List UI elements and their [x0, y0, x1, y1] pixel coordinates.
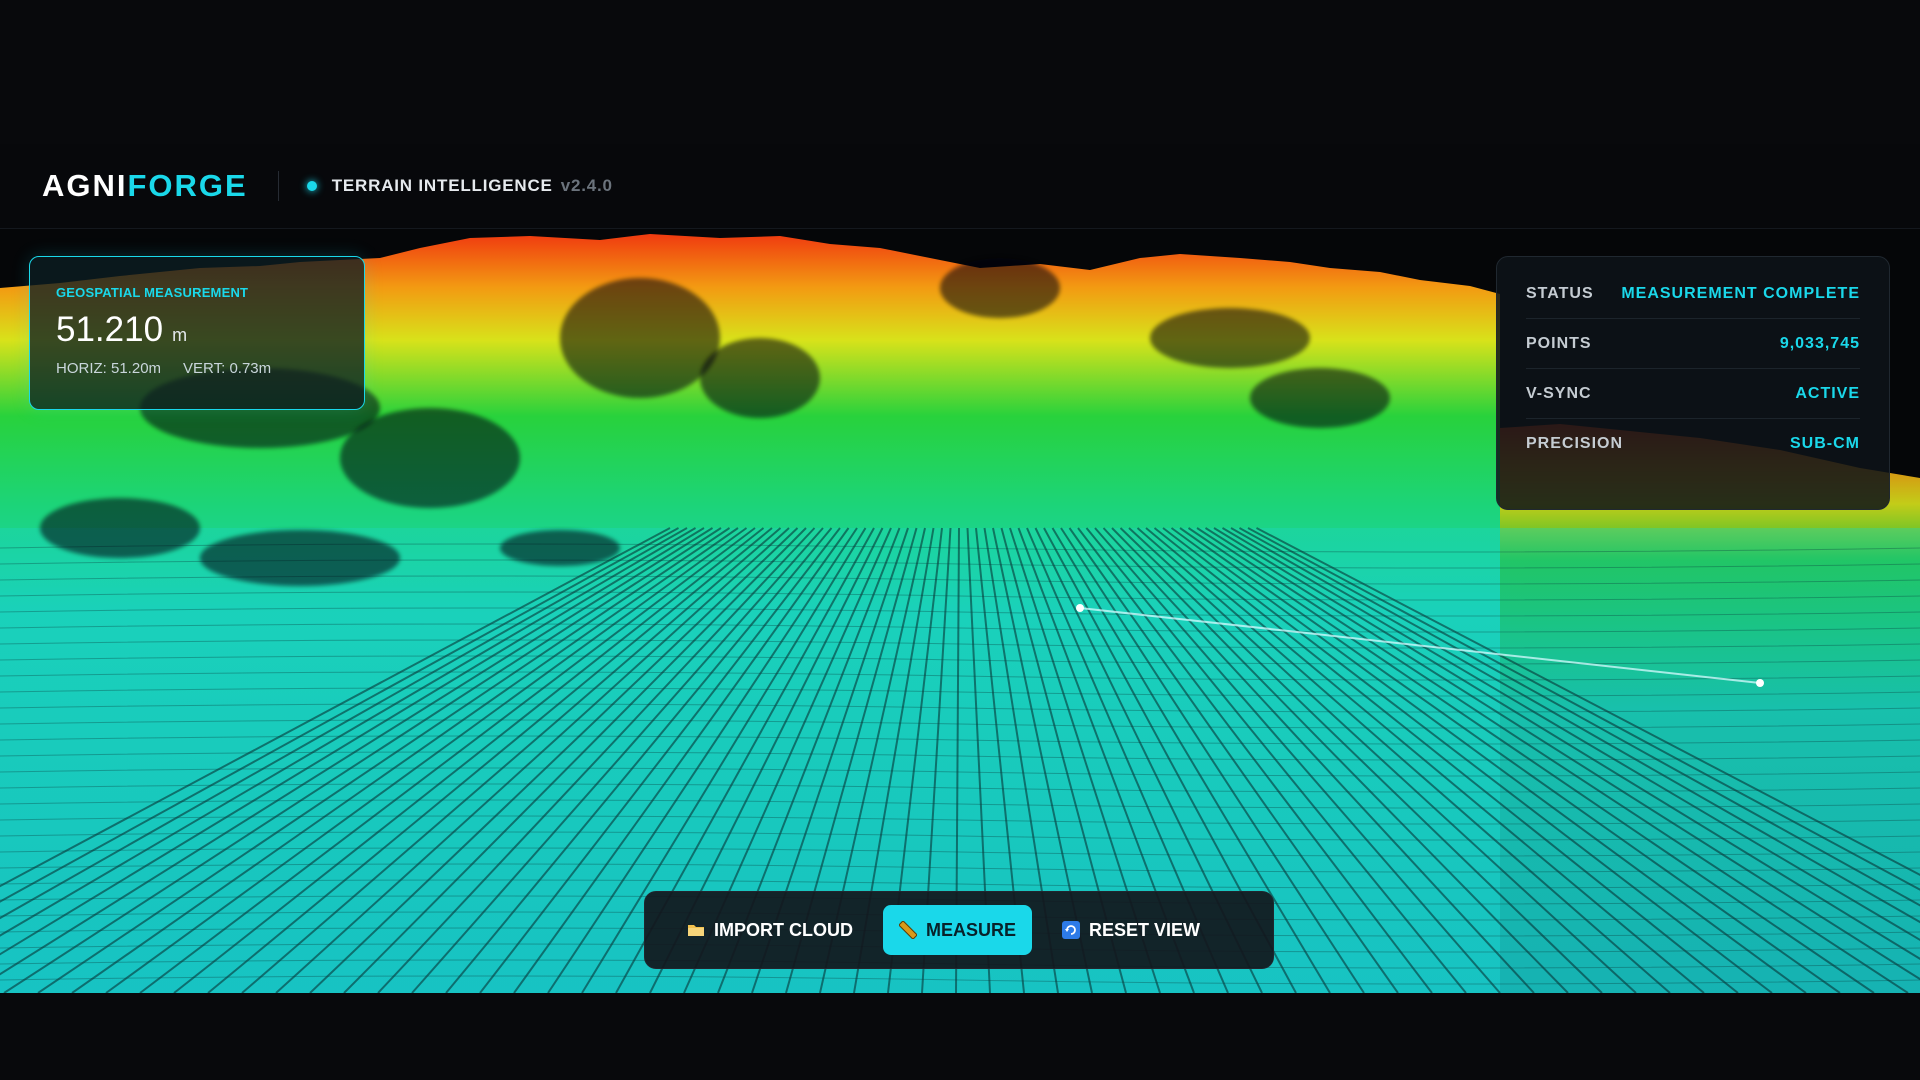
- status-row: V-SYNC ACTIVE: [1526, 369, 1860, 419]
- status-row: PRECISION SUB-CM: [1526, 419, 1860, 468]
- measurement-card: GEOSPATIAL MEASUREMENT 51.210 m HORIZ: 5…: [29, 256, 365, 410]
- status-key: POINTS: [1526, 334, 1592, 352]
- status-row: POINTS 9,033,745: [1526, 319, 1860, 369]
- brand-logo: AGNIFORGE: [42, 168, 248, 204]
- reset-view-label: RESET VIEW: [1089, 919, 1201, 940]
- ruler-icon: [899, 921, 917, 939]
- status-value: MEASUREMENT COMPLETE: [1621, 284, 1860, 302]
- measure-button[interactable]: MEASURE: [883, 905, 1033, 955]
- vertical-distance: VERT: 0.73m: [183, 360, 272, 377]
- brand-name-primary: AGNI: [42, 168, 128, 203]
- app-window: AGNIFORGE TERRAIN INTELLIGENCE v2.4.0 GE…: [0, 144, 1920, 993]
- status-key: STATUS: [1526, 284, 1594, 302]
- app-header: AGNIFORGE TERRAIN INTELLIGENCE v2.4.0: [0, 144, 1920, 229]
- status-value: ACTIVE: [1795, 384, 1860, 402]
- live-status-dot-icon: [306, 181, 317, 191]
- app-version: v2.4.0: [560, 176, 613, 195]
- status-value: SUB-CM: [1790, 434, 1860, 452]
- measurement-start-marker[interactable]: [1076, 604, 1084, 612]
- refresh-icon: [1062, 921, 1081, 939]
- measurement-value: 51.210: [56, 310, 164, 349]
- status-key: V-SYNC: [1526, 384, 1592, 402]
- import-cloud-button[interactable]: IMPORT CLOUD: [671, 905, 869, 955]
- status-value: 9,033,745: [1779, 334, 1860, 352]
- status-panel: STATUS MEASUREMENT COMPLETE POINTS 9,033…: [1496, 256, 1890, 510]
- header-divider: [277, 171, 279, 201]
- letterbox-top: [0, 0, 1920, 144]
- status-key: PRECISION: [1526, 434, 1624, 452]
- measure-label: MEASURE: [926, 919, 1017, 940]
- reset-view-button[interactable]: RESET VIEW: [1046, 905, 1216, 955]
- measurement-label: GEOSPATIAL MEASUREMENT: [56, 285, 249, 300]
- import-cloud-label: IMPORT CLOUD: [714, 919, 853, 940]
- app-subtitle: TERRAIN INTELLIGENCE: [331, 176, 553, 195]
- letterbox-bottom: [0, 993, 1920, 1080]
- measurement-end-marker[interactable]: [1756, 679, 1764, 687]
- folder-icon: [688, 925, 704, 936]
- status-row: STATUS MEASUREMENT COMPLETE: [1526, 269, 1860, 319]
- horizontal-distance: HORIZ: 51.20m: [56, 360, 162, 377]
- brand-name-accent: FORGE: [127, 168, 248, 203]
- bottom-toolbar: IMPORT CLOUD MEASURE RESET VIEW: [644, 891, 1274, 969]
- measurement-unit: m: [172, 325, 188, 345]
